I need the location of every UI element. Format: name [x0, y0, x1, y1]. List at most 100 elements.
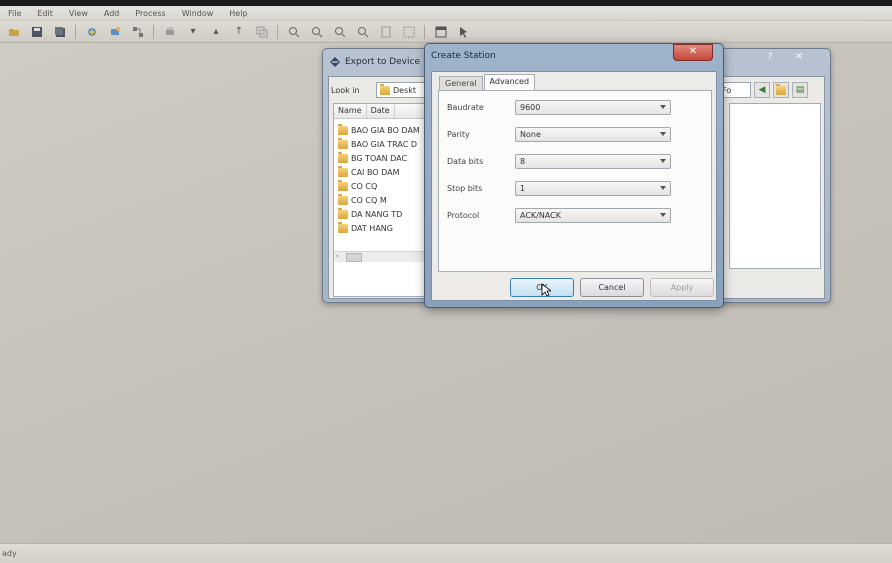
baudrate-row: Baudrate 9600 [447, 99, 671, 115]
add-device-icon[interactable] [107, 24, 123, 40]
list-item[interactable]: BAO GIA BO DAM [338, 123, 420, 137]
folder-icon [338, 151, 348, 163]
up-level-icon[interactable]: ↑ [231, 24, 247, 40]
protocol-label: Protocol [447, 210, 480, 220]
add-station-icon[interactable] [84, 24, 100, 40]
arrow-up-icon[interactable]: ▴ [208, 24, 224, 40]
baudrate-select[interactable]: 9600 [515, 99, 671, 115]
data-bits-label: Data bits [447, 156, 484, 166]
menu-view[interactable]: View [61, 9, 96, 18]
toolbar: ▾ ▴ ↑ [0, 21, 892, 43]
chevron-down-icon [660, 104, 666, 109]
column-date[interactable]: Date [367, 104, 395, 118]
folder-icon [338, 193, 348, 205]
data-bits-select[interactable]: 8 [515, 153, 671, 169]
stop-bits-row: Stop bits 1 [447, 180, 671, 196]
scroll-thumb[interactable] [346, 253, 362, 262]
list-item[interactable]: BAO GIA TRAC D [338, 137, 420, 151]
menu-bar: File Edit View Add Process Window Help [0, 6, 892, 20]
close-button[interactable]: ✕ [673, 44, 713, 61]
file-list: BAO GIA BO DAM BAO GIA TRAC D BG TOAN DA… [338, 123, 420, 235]
parity-select[interactable]: None [515, 126, 671, 142]
stop-bits-label: Stop bits [447, 183, 483, 193]
file-list-pane: Name Date BAO GIA BO DAM BAO GIA TRAC D … [333, 103, 427, 297]
menu-edit[interactable]: Edit [29, 9, 61, 18]
zoom-out-icon[interactable] [309, 24, 325, 40]
menu-file[interactable]: File [0, 9, 29, 18]
chevron-down-icon [660, 158, 666, 163]
tab-advanced[interactable]: Advanced [483, 74, 536, 91]
mouse-cursor-icon [541, 283, 551, 297]
navigation-buttons: Fo ◀ ▤ [719, 82, 808, 98]
folder-icon [338, 221, 348, 233]
save-all-icon[interactable] [52, 24, 68, 40]
data-bits-row: Data bits 8 [447, 153, 671, 169]
parity-row: Parity None [447, 126, 671, 142]
toolbar-separator [153, 24, 154, 39]
menu-add[interactable]: Add [96, 9, 128, 18]
list-item[interactable]: CO CQ [338, 179, 420, 193]
advanced-panel: Baudrate 9600 Parity None Data bits 8 St… [438, 90, 712, 272]
toolbar-separator [75, 24, 76, 39]
tab-general[interactable]: General [439, 76, 483, 91]
look-in-label: Look in [331, 86, 360, 95]
status-bar: ady [0, 543, 892, 563]
scroll-left-icon[interactable]: ‹ [336, 252, 339, 260]
grid-icon[interactable] [401, 24, 417, 40]
list-item[interactable]: CO CQ M [338, 193, 420, 207]
folder-icon [380, 84, 390, 95]
pointer-help-icon[interactable] [456, 24, 472, 40]
list-item[interactable]: DAT HANG [338, 221, 420, 235]
app-icon [329, 56, 341, 68]
window-icon[interactable] [433, 24, 449, 40]
up-folder-icon[interactable] [773, 82, 789, 98]
list-item[interactable]: CAI BO DAM [338, 165, 420, 179]
ok-button[interactable]: OK [510, 278, 574, 297]
folder-icon [338, 207, 348, 219]
look-in-combo[interactable]: Deskt [376, 82, 426, 98]
copy-icon[interactable] [254, 24, 270, 40]
protocol-row: Protocol ACK/NACK [447, 207, 671, 223]
menu-process[interactable]: Process [127, 9, 173, 18]
close-button[interactable]: ✕ [785, 50, 813, 64]
tab-strip: General Advanced [439, 74, 536, 91]
desktop-screen: File Edit View Add Process Window Help ▾… [0, 6, 892, 563]
back-icon[interactable]: ◀ [754, 82, 770, 98]
column-header: Name Date [334, 104, 426, 119]
chevron-down-icon [660, 131, 666, 136]
apply-button[interactable]: Apply [650, 278, 714, 297]
parity-label: Parity [447, 129, 470, 139]
list-item[interactable]: BG TOAN DAC [338, 151, 420, 165]
toolbar-separator [424, 24, 425, 39]
view-menu-icon[interactable]: ▤ [792, 82, 808, 98]
folder-icon [338, 123, 348, 135]
dialog-body: General Advanced Baudrate 9600 Parity No… [431, 71, 717, 301]
folder-icon [776, 83, 786, 95]
dialog-title: Export to Device [345, 57, 420, 67]
print-icon[interactable] [162, 24, 178, 40]
menu-help[interactable]: Help [221, 9, 255, 18]
dialog-buttons: OK Cancel Apply [510, 278, 714, 297]
status-text: ady [2, 549, 17, 558]
menu-window[interactable]: Window [174, 9, 222, 18]
zoom-area-icon[interactable] [355, 24, 371, 40]
chevron-down-icon [660, 212, 666, 217]
zoom-in-icon[interactable] [286, 24, 302, 40]
open-folder-icon[interactable] [6, 24, 22, 40]
horizontal-scrollbar[interactable]: ‹ [334, 251, 426, 262]
folder-icon [338, 165, 348, 177]
page-icon[interactable] [378, 24, 394, 40]
list-item[interactable]: DA NANG TD [338, 207, 420, 221]
network-icon[interactable] [130, 24, 146, 40]
cancel-button[interactable]: Cancel [580, 278, 644, 297]
stop-bits-select[interactable]: 1 [515, 180, 671, 196]
folder-icon [338, 137, 348, 149]
save-icon[interactable] [29, 24, 45, 40]
protocol-select[interactable]: ACK/NACK [515, 207, 671, 223]
look-in-value: Deskt [393, 85, 417, 95]
zoom-fit-icon[interactable] [332, 24, 348, 40]
arrow-down-icon[interactable]: ▾ [185, 24, 201, 40]
column-name[interactable]: Name [334, 104, 367, 118]
help-button[interactable]: ? [759, 50, 781, 64]
folder-icon [338, 179, 348, 191]
